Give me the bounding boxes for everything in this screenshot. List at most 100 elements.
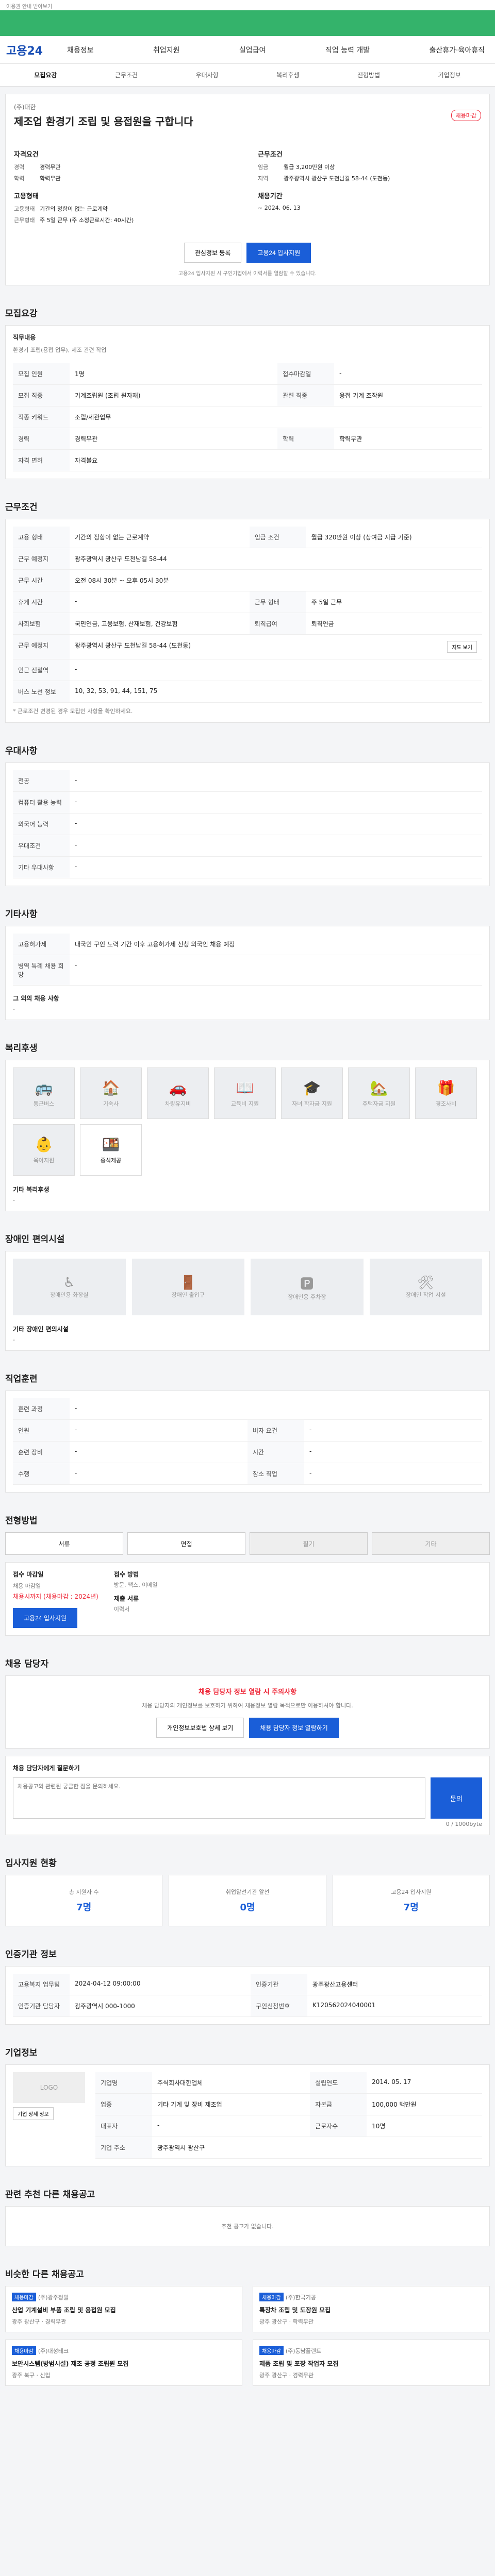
apply-button[interactable]: 고용24 입사지원 bbox=[246, 243, 311, 263]
work-table: 고용 형태 기간의 정함이 없는 근로계약 임금 조건 월급 320만원 이상 (상여… bbox=[13, 527, 482, 703]
kv-key: 고용형태 bbox=[14, 206, 35, 212]
welfare-grid: 🚌 통근버스 🏠 기숙사 🚗 차량유지비 📖 교육비 지원 🎓 자녀 학자금 지원 🏡 주택… bbox=[13, 1067, 482, 1176]
gnb-item[interactable]: 채용정보 bbox=[63, 45, 98, 55]
site-logo[interactable]: 고용24 bbox=[6, 42, 63, 58]
similar-company: (주)동남플랜트 bbox=[285, 2348, 322, 2354]
recruit-box: 직무내용 환경기 조립(용접 업무), 제조 관련 작업 모집 인원 1명 접수마감… bbox=[5, 325, 490, 479]
table-row: 전공 - bbox=[13, 770, 482, 792]
welfare-box: 🚌 통근버스 🏠 기숙사 🚗 차량유지비 📖 교육비 지원 🎓 자녀 학자금 지원 🏡 주택… bbox=[5, 1060, 490, 1211]
method-row: 서류 면접 필기 기타 bbox=[5, 1532, 490, 1555]
table-key: 학력 bbox=[277, 428, 335, 450]
table-key: 관련 직종 bbox=[277, 384, 335, 406]
screening-section-title: 직업훈련 bbox=[5, 1374, 38, 1384]
table-row: 인원 - 비자 요건 - bbox=[13, 1419, 482, 1442]
similar-company: (주)광주정밀 bbox=[38, 2294, 69, 2301]
kv-value: 월급 3,200만원 이상 bbox=[284, 164, 335, 171]
method-written: 필기 bbox=[250, 1532, 368, 1555]
stat-card: 총 지원자 수 7명 bbox=[5, 1875, 163, 1926]
gnb-item[interactable]: 직업 능력 개발 bbox=[321, 45, 374, 55]
kv-value: 경력무관 bbox=[40, 164, 61, 171]
table-value: 월급 320만원 이상 (상여금 지급 기준) bbox=[306, 527, 482, 548]
table-row: 훈련 과정 - bbox=[13, 1398, 482, 1420]
qa-input[interactable] bbox=[13, 1777, 425, 1819]
tab-pref[interactable]: 우대사항 bbox=[167, 71, 248, 79]
table-key: 인증기관 담당자 bbox=[13, 1995, 70, 2017]
table-value: 광주광산고용센터 bbox=[307, 1974, 482, 1995]
qa-submit-button[interactable]: 문의 bbox=[431, 1777, 482, 1819]
welfare-label: 육아지원 bbox=[33, 1157, 55, 1164]
table-value: - bbox=[70, 1398, 482, 1420]
company-detail-button[interactable]: 기업 상세 정보 bbox=[13, 2107, 54, 2120]
similar-company: (주)한국기공 bbox=[285, 2294, 316, 2301]
similar-row: 채용마감 (주)대성테크 보안시스템(방범시설) 제조 공정 조립원 모집 광주 … bbox=[5, 2340, 490, 2386]
welfare-label: 기숙사 bbox=[103, 1100, 119, 1107]
gnb-menu: 채용정보 취업지원 실업급여 직업 능력 개발 출산휴가·육아휴직 bbox=[63, 45, 489, 55]
tab-company[interactable]: 기업정보 bbox=[409, 71, 490, 79]
contact-section-title: 채용 담당자 bbox=[5, 1659, 49, 1669]
table-key: 전공 bbox=[13, 770, 70, 792]
tab-method[interactable]: 전형방법 bbox=[328, 71, 409, 79]
apply-now-button[interactable]: 고용24 입사지원 bbox=[13, 1608, 77, 1628]
gift-icon: 🎁 bbox=[437, 1079, 455, 1096]
table-value: 내국인 구인 노력 기간 이후 고용허가제 신청 외국인 채용 예정 bbox=[70, 934, 482, 955]
etc-other-label: 그 외의 채용 사항 bbox=[13, 995, 59, 1002]
apply-method-label: 접수 방법 bbox=[113, 1571, 139, 1578]
pref-section-title: 우대사항 bbox=[5, 746, 38, 756]
apply-section-title: 접수 마감일 bbox=[13, 1571, 44, 1578]
same-empty-text: 추천 공고가 없습니다. bbox=[221, 2223, 274, 2230]
facility-item: ♿ 장애인용 화장실 bbox=[13, 1259, 126, 1315]
table-value: - bbox=[70, 770, 482, 792]
gnb-item[interactable]: 취업지원 bbox=[149, 45, 184, 55]
similar-card[interactable]: 채용마감 (주)동남플랜트 제품 조립 및 포장 작업자 모집 광주 광산구 · … bbox=[253, 2340, 490, 2386]
table-key: 근무 예정지 bbox=[13, 634, 70, 659]
table-value: 용접 기계 조작원 bbox=[334, 384, 482, 406]
table-value: - bbox=[70, 591, 250, 613]
view-contact-button[interactable]: 채용 담당자 정보 열람하기 bbox=[249, 1718, 339, 1738]
tab-welfare[interactable]: 복리후생 bbox=[248, 71, 328, 79]
job-desc-label: 직무내용 bbox=[13, 334, 36, 341]
similar-card[interactable]: 채용마감 (주)한국기공 특장차 조립 및 도장원 모집 광주 광산구 · 학력무… bbox=[253, 2286, 490, 2332]
job-summary-card: (주)대한 제조업 환경기 조립 및 용접원을 구합니다 채용마감 자격요건 경… bbox=[5, 94, 490, 285]
gnb-item[interactable]: 출산휴가·육아휴직 bbox=[425, 45, 489, 55]
qa-box: 채용 담당자에게 질문하기 문의 0 / 1000byte bbox=[5, 1756, 490, 1835]
company-box: LOGO 기업 상세 정보 기업명 주식회사대한업체 설립연도 2014. 05. 1… bbox=[5, 2064, 490, 2166]
map-button[interactable]: 지도 보기 bbox=[447, 641, 477, 653]
favorite-button[interactable]: 관심정보 등록 bbox=[184, 243, 242, 263]
disabled-grid: ♿ 장애인용 화장실 🚪 장애인 출입구 🅿 장애인용 주차장 🛠 장애인 작업 시설 bbox=[13, 1259, 482, 1315]
tab-work[interactable]: 근무조건 bbox=[86, 71, 167, 79]
table-row: 휴게 시간 - 근무 형태 주 5일 근무 bbox=[13, 591, 482, 613]
welfare-item: 👶 육아지원 bbox=[13, 1124, 75, 1176]
tab-recruit[interactable]: 모집요강 bbox=[5, 71, 86, 79]
facility-item: 🚪 장애인 출입구 bbox=[131, 1259, 244, 1315]
welfare-item: 📖 교육비 지원 bbox=[214, 1067, 276, 1119]
table-key: 고용허가제 bbox=[13, 934, 70, 955]
disabled-etc-label: 기타 장애인 편의시설 bbox=[13, 1326, 69, 1333]
stat-value: 0명 bbox=[240, 1902, 255, 1913]
gnb-item[interactable]: 실업급여 bbox=[235, 45, 270, 55]
table-key: 시간 bbox=[248, 1441, 304, 1463]
table-row: 근무 예정지 광주광역시 광산구 도천남길 58-44 (도천동) 지도 보기 bbox=[13, 634, 482, 659]
workspace-icon: 🛠 bbox=[417, 1275, 435, 1291]
entrance-icon: 🚪 bbox=[179, 1275, 196, 1291]
privacy-detail-button[interactable]: 개인정보보호법 상세 보기 bbox=[156, 1718, 244, 1738]
table-value: 광주광역시 000-1000 bbox=[70, 1995, 251, 2017]
kv-key: 임금 bbox=[258, 164, 269, 171]
similar-card[interactable]: 채용마감 (주)대성테크 보안시스템(방범시설) 제조 공정 조립원 모집 광주 … bbox=[5, 2340, 242, 2386]
method-document: 서류 bbox=[5, 1532, 123, 1555]
table-value: 경력무관 bbox=[70, 428, 278, 450]
similar-title: 특장차 조립 및 도장원 모집 bbox=[259, 2307, 331, 2314]
promo-banner[interactable] bbox=[0, 10, 495, 36]
table-key: 근로자수 bbox=[310, 2115, 367, 2137]
docs-label: 제출 서류 bbox=[113, 1595, 139, 1602]
similar-card[interactable]: 채용마감 (주)광주정밀 산업 기계설비 부품 조립 및 용접원 모집 광주 광산… bbox=[5, 2286, 242, 2332]
table-value-cell: 광주광역시 광산구 도천남길 58-44 (도천동) 지도 보기 bbox=[70, 634, 482, 659]
kv-value: 광주광역시 광산구 도천남길 58-44 (도천동) bbox=[284, 175, 390, 182]
table-key: 근무 시간 bbox=[13, 569, 70, 591]
qa-title: 채용 담당자에게 질문하기 bbox=[13, 1765, 80, 1772]
welfare-label: 통근버스 bbox=[33, 1100, 55, 1107]
house-fund-icon: 🏡 bbox=[370, 1079, 388, 1096]
table-row: 병역 특례 채용 희망 - bbox=[13, 955, 482, 986]
table-value: 주식회사대한업체 bbox=[152, 2072, 310, 2094]
car-icon: 🚗 bbox=[169, 1079, 187, 1096]
table-row: 직종 키워드 조립/제관업무 bbox=[13, 406, 482, 428]
